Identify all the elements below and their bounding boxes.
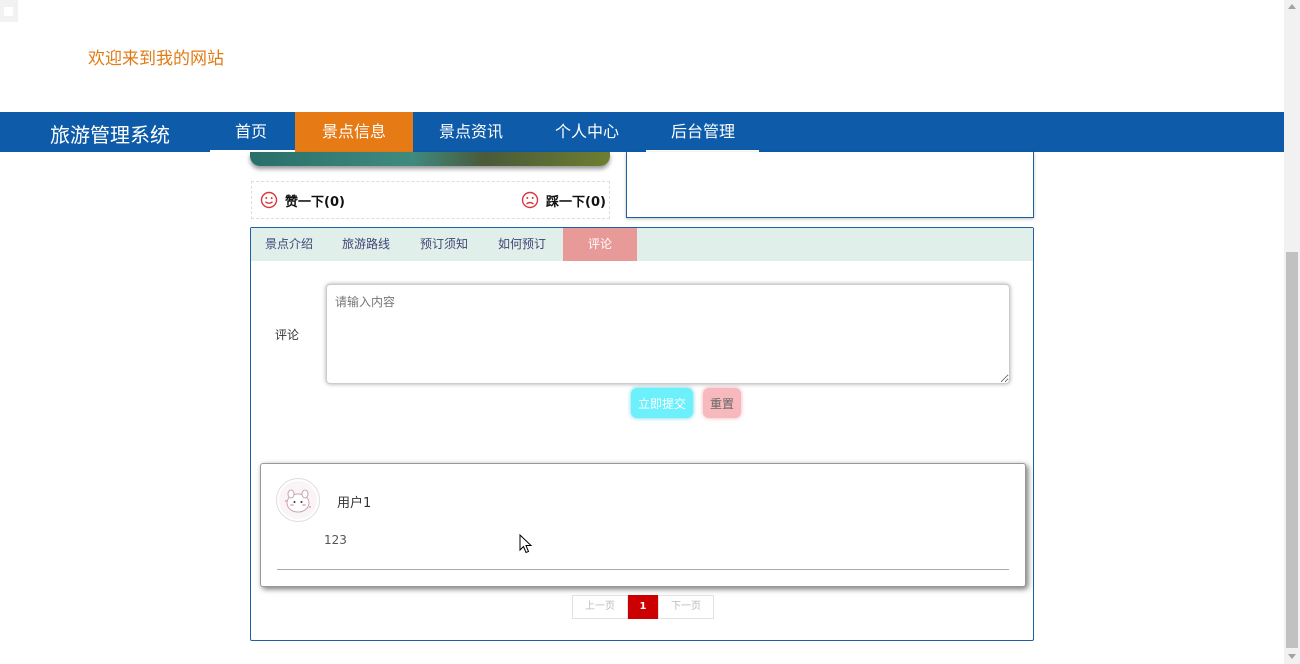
tab-introduction[interactable]: 景点介绍 [251, 228, 327, 261]
nav-item-attractions[interactable]: 景点信息 [295, 112, 413, 152]
site-brand: 旅游管理系统 [50, 123, 170, 147]
scroll-thumb[interactable] [1286, 252, 1298, 648]
attraction-info-box [626, 152, 1034, 218]
nav-item-news[interactable]: 景点资讯 [413, 112, 529, 152]
welcome-text: 欢迎来到我的网站 [88, 49, 224, 69]
detail-tabs-panel: 景点介绍 旅游路线 预订须知 如何预订 评论 评论 立即提交 重置 用户1 12… [250, 227, 1034, 641]
comment-label: 评论 [275, 328, 300, 342]
nav-item-home[interactable]: 首页 [210, 112, 292, 152]
comment-textarea[interactable] [326, 284, 1010, 384]
comment-content: 123 [324, 533, 347, 547]
scroll-up-arrow-icon[interactable] [1288, 4, 1296, 9]
scroll-down-arrow-icon[interactable] [1288, 654, 1296, 659]
pagination: 上一页 1 下一页 [572, 595, 714, 619]
main-navbar: 旅游管理系统 首页 景点信息 景点资讯 个人中心 后台管理 [0, 112, 1284, 152]
nav-item-user-center[interactable]: 个人中心 [529, 112, 645, 152]
like-button[interactable]: 赞一下(0) [260, 182, 345, 218]
tab-comments[interactable]: 评论 [563, 228, 637, 261]
page-number-current[interactable]: 1 [628, 595, 658, 619]
mouse-cursor-icon [519, 534, 533, 554]
like-label: 赞一下(0) [285, 194, 345, 210]
next-page-button[interactable]: 下一页 [658, 595, 714, 619]
tab-bar: 景点介绍 旅游路线 预订须知 如何预订 评论 [251, 228, 1033, 261]
vertical-scrollbar[interactable] [1284, 0, 1300, 664]
broken-image-icon [0, 0, 18, 22]
tab-booking-notes[interactable]: 预订须知 [407, 228, 481, 261]
attraction-image [250, 152, 610, 166]
comment-item: 用户1 123 [260, 463, 1026, 587]
submit-button[interactable]: 立即提交 [631, 388, 693, 418]
dislike-button[interactable]: 踩一下(0) [521, 182, 606, 218]
vote-bar: 赞一下(0) 踩一下(0) [251, 181, 610, 219]
smile-icon [260, 191, 278, 209]
divider [277, 569, 1009, 570]
prev-page-button[interactable]: 上一页 [572, 595, 628, 619]
tab-how-to-book[interactable]: 如何预订 [485, 228, 559, 261]
avatar-cartoon-icon [276, 478, 320, 522]
reset-button[interactable]: 重置 [703, 388, 741, 418]
tab-routes[interactable]: 旅游路线 [329, 228, 403, 261]
nav-item-admin[interactable]: 后台管理 [645, 112, 761, 152]
comment-username: 用户1 [337, 496, 372, 511]
dislike-label: 踩一下(0) [546, 194, 606, 210]
sad-face-icon [521, 191, 539, 209]
